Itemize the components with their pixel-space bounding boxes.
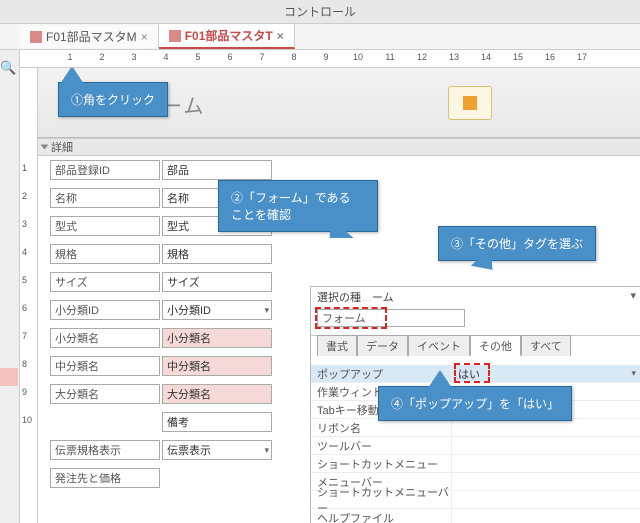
callout-2: ②「フォーム」であることを確認 <box>218 180 378 232</box>
prop-tab-strip: 書式データイベントその他すべて <box>311 335 640 357</box>
prop-tab-2[interactable]: イベント <box>408 335 470 356</box>
field-control[interactable]: サイズ <box>162 272 272 292</box>
prop-tab-0[interactable]: 書式 <box>317 335 357 356</box>
document-tabs: F01部品マスタM × F01部品マスタT × <box>0 24 640 50</box>
prop-row[interactable]: ヘルプファイル <box>311 509 640 523</box>
field-row: サイズサイズ <box>50 272 272 292</box>
field-label[interactable]: 型式 <box>50 216 160 236</box>
field-row: 中分類名中分類名 <box>50 356 272 376</box>
field-control[interactable]: 小分類名 <box>162 328 272 348</box>
prop-value[interactable] <box>451 509 640 523</box>
callout-4-tail <box>428 370 452 388</box>
callout-1: ①角をクリック <box>58 82 168 117</box>
field-label[interactable]: 小分類ID <box>50 300 160 320</box>
prop-tab-1[interactable]: データ <box>357 335 408 356</box>
dropdown-icon: ▾ <box>264 445 269 456</box>
form-icon <box>30 31 42 43</box>
field-row: 大分類名大分類名 <box>50 384 272 404</box>
horizontal-ruler: 1234567891011121314151617 <box>20 50 640 68</box>
dropdown-icon: ▾ <box>264 305 269 316</box>
tab-f01-t[interactable]: F01部品マスタT × <box>159 24 295 49</box>
field-label[interactable]: 伝票規格表示 <box>50 440 160 460</box>
field-label[interactable]: 中分類名 <box>50 356 160 376</box>
field-control[interactable]: 中分類名 <box>162 356 272 376</box>
prop-name: ショートカットメニュー <box>311 455 451 472</box>
prop-name: ツールバー <box>311 437 451 454</box>
prop-value[interactable] <box>451 473 640 490</box>
field-label[interactable]: 小分類名 <box>50 328 160 348</box>
prop-row[interactable]: リボン名 <box>311 419 640 437</box>
prop-value[interactable] <box>451 419 640 436</box>
close-form-button[interactable] <box>448 86 492 120</box>
field-row: 発注先と価格 <box>50 468 160 488</box>
prop-tab-4[interactable]: すべて <box>521 335 571 356</box>
prop-name: ヘルプファイル <box>311 509 451 523</box>
prop-name: ショートカットメニューバー <box>311 491 451 508</box>
pin-icon[interactable]: ▾ <box>630 289 636 302</box>
tab-f01-m[interactable]: F01部品マスタM × <box>20 25 159 48</box>
callout-4: ④「ポップアップ」を「はい」 <box>378 386 572 421</box>
detail-section-bar[interactable]: 詳細 <box>38 138 640 156</box>
tab-label: F01部品マスタM <box>46 28 137 45</box>
prop-row[interactable]: ショートカットメニュー <box>311 455 640 473</box>
field-label[interactable]: 名称 <box>50 188 160 208</box>
record-selector <box>0 368 18 386</box>
field-row: 小分類名小分類名 <box>50 328 272 348</box>
field-control[interactable]: 部品 <box>162 160 272 180</box>
field-label[interactable]: 部品登録ID <box>50 160 160 180</box>
field-row: 規格規格 <box>50 244 272 264</box>
prop-name: リボン名 <box>311 419 451 436</box>
prop-row[interactable]: ツールバー <box>311 437 640 455</box>
field-label[interactable]: 大分類名 <box>50 384 160 404</box>
nav-pane-collapsed[interactable]: 🔍 <box>0 50 20 523</box>
tab-label: F01部品マスタT <box>185 27 273 44</box>
form-design-canvas[interactable]: フォーム 詳細 部品登録ID部品名称名称型式型式規格規格サイズサイズ小分類ID小… <box>38 68 640 523</box>
ribbon-title: コントロール <box>0 0 640 24</box>
expand-icon <box>41 145 49 150</box>
field-row: 小分類ID小分類ID▾ <box>50 300 272 320</box>
form-icon <box>169 30 181 42</box>
highlight-popup-value <box>454 363 490 383</box>
section-label: 詳細 <box>51 139 73 155</box>
field-control[interactable]: 規格 <box>162 244 272 264</box>
close-icon[interactable]: × <box>277 29 284 43</box>
field-label[interactable]: サイズ <box>50 272 160 292</box>
field-control[interactable]: 伝票表示▾ <box>162 440 272 460</box>
close-icon[interactable]: × <box>141 30 148 44</box>
prop-value[interactable] <box>451 437 640 454</box>
field-row: 伝票規格表示伝票表示▾ <box>50 440 272 460</box>
field-label[interactable]: 発注先と価格 <box>50 468 160 488</box>
field-row: 部品登録ID部品 <box>50 160 272 180</box>
field-label[interactable]: 規格 <box>50 244 160 264</box>
prop-value[interactable] <box>451 491 640 508</box>
dropdown-icon: ▾ <box>631 368 636 379</box>
field-control[interactable]: 備考 <box>162 412 272 432</box>
field-control[interactable]: 大分類名 <box>162 384 272 404</box>
callout-1-tail <box>60 68 84 84</box>
prop-value[interactable] <box>451 455 640 472</box>
highlight-form-type <box>315 307 387 329</box>
prop-tab-3[interactable]: その他 <box>470 335 521 356</box>
field-control[interactable]: 小分類ID▾ <box>162 300 272 320</box>
search-icon[interactable]: 🔍 <box>0 60 19 76</box>
prop-sheet-header: 選択の種…ーム <box>311 287 640 305</box>
callout-3: ③「その他」タグを選ぶ <box>438 226 596 261</box>
prop-row[interactable]: ショートカットメニューバー <box>311 491 640 509</box>
field-row: 備考 <box>50 412 272 432</box>
vertical-ruler: 12345678910 <box>20 68 38 523</box>
